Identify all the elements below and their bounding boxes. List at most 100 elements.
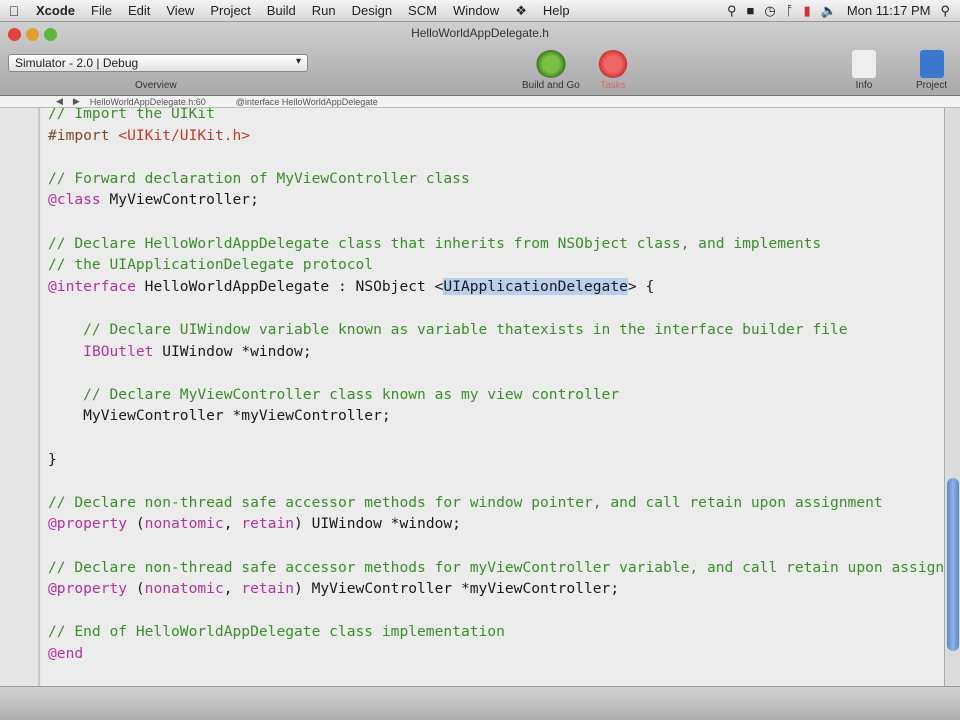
status-icon[interactable]: ⚲ [727, 3, 737, 19]
code-token: // Declare non-thread safe accessor meth… [48, 558, 944, 576]
build-and-go-label: Build and Go [522, 80, 580, 91]
spotlight-icon[interactable]: ⚲ [940, 3, 950, 19]
code-token: @property [48, 515, 128, 533]
volume-icon[interactable]: 🔈 [821, 3, 837, 19]
scrollbar-thumb[interactable] [947, 477, 959, 652]
code-token: , [223, 515, 242, 533]
code-token: // the UIApplicationDelegate protocol [48, 256, 374, 274]
vertical-scrollbar[interactable] [944, 108, 960, 686]
clock[interactable]: Mon 11:17 PM [847, 3, 931, 18]
battery-icon[interactable]: ▮ [804, 3, 811, 19]
code-line: // Import the UIKit [48, 108, 215, 125]
window-toolbar: HelloWorldAppDelegate.h Simulator - 2.0 … [0, 22, 960, 96]
script-menu-icon[interactable]: ❖ [507, 3, 535, 19]
overview-popup[interactable]: Simulator - 2.0 | Debug ▾ [8, 54, 308, 72]
code-token: ) UIWindow *window; [294, 515, 461, 533]
code-token: HelloWorldAppDelegate : NSObject < [135, 277, 444, 295]
menu-view[interactable]: View [158, 3, 202, 18]
code-line: // the UIApplicationDelegate protocol [48, 254, 373, 276]
menu-window[interactable]: Window [445, 3, 507, 18]
code-token: // Declare non-thread safe accessor meth… [48, 493, 883, 511]
code-token: // End of HelloWorldAppDelegate class im… [48, 623, 505, 641]
code-token: <UIKit/UIKit.h> [118, 126, 251, 144]
code-token: retain [241, 515, 295, 533]
apple-menu-icon[interactable]:  [0, 3, 28, 19]
build-and-go-button[interactable]: Build and Go [522, 50, 580, 91]
code-token: MyViewController *myViewController; [48, 407, 391, 425]
code-token: @end [48, 645, 84, 662]
code-token: ) MyViewController *myViewController; [294, 580, 620, 598]
bluetooth-icon[interactable]: ᚩ [786, 3, 794, 18]
display-icon[interactable]: ■ [747, 3, 755, 18]
code-editor[interactable]: // Import the UIKit #import <UIKit/UIKit.… [42, 108, 944, 686]
code-line: @property (nonatomic, retain) MyViewCont… [48, 578, 619, 600]
tasks-button[interactable]: Tasks [598, 50, 628, 91]
project-button[interactable]: Project [916, 50, 947, 91]
code-token: UIWindow *window; [153, 342, 312, 360]
code-line: // Declare non-thread safe accessor meth… [48, 557, 944, 579]
code-token: > { [627, 277, 655, 295]
code-line: // Declare MyViewController class known … [48, 384, 619, 406]
tasks-label: Tasks [600, 80, 626, 91]
code-line: // End of HelloWorldAppDelegate class im… [48, 621, 505, 643]
code-token: } [48, 450, 57, 468]
code-line: @end [48, 643, 83, 665]
code-token: ( [127, 515, 145, 533]
code-token: // Declare UIWindow variable known as va… [48, 321, 848, 338]
selected-text: UIApplicationDelegate [443, 277, 628, 295]
info-label: Info [855, 80, 873, 91]
code-token: @property [48, 580, 128, 598]
code-token: @class [48, 191, 101, 209]
back-arrow-icon[interactable]: ◀ [56, 96, 63, 107]
menu-app[interactable]: Xcode [28, 3, 83, 18]
menu-build[interactable]: Build [259, 3, 304, 18]
code-token: retain [241, 580, 295, 598]
menu-project[interactable]: Project [202, 3, 258, 18]
forward-arrow-icon[interactable]: ▶ [73, 96, 80, 107]
gutter [0, 108, 40, 708]
code-line: @interface HelloWorldAppDelegate : NSObj… [48, 276, 654, 298]
code-line: #import <UIKit/UIKit.h> [48, 125, 250, 147]
code-token: // Declare HelloWorldAppDelegate class t… [48, 234, 822, 252]
chevron-down-icon: ▾ [295, 56, 301, 67]
menu-design[interactable]: Design [344, 3, 400, 18]
code-line: IBOutlet UIWindow *window; [48, 341, 312, 363]
code-line: } [48, 449, 57, 471]
code-line: // Declare HelloWorldAppDelegate class t… [48, 233, 821, 255]
project-label: Project [916, 80, 948, 91]
code-token: #import [48, 126, 119, 144]
symbol-popup[interactable]: @interface HelloWorldAppDelegate [236, 97, 378, 107]
code-token: , [223, 580, 242, 598]
code-token: IBOutlet [83, 342, 154, 360]
hammer-icon [535, 50, 566, 78]
code-line: // Forward declaration of MyViewControll… [48, 168, 470, 190]
code-line: // Declare UIWindow variable known as va… [48, 319, 848, 341]
menu-help[interactable]: Help [535, 3, 578, 18]
code-token: // Forward declaration of MyViewControll… [48, 169, 470, 187]
menu-scm[interactable]: SCM [400, 3, 445, 18]
stop-icon [598, 50, 628, 78]
code-line: MyViewController *myViewController; [48, 405, 391, 427]
code-token: @interface [48, 277, 136, 295]
overview-value: Simulator - 2.0 | Debug [15, 56, 139, 70]
menu-edit[interactable]: Edit [120, 3, 158, 18]
timemachine-icon[interactable]: ◷ [764, 3, 775, 19]
code-token: // Declare MyViewController class known … [48, 385, 620, 403]
navigation-bar: ◀ ▶ HelloWorldAppDelegate.h:60 @interfac… [0, 96, 960, 108]
overview-label: Overview [135, 80, 177, 91]
code-token: nonatomic [144, 515, 224, 533]
code-token: nonatomic [144, 580, 224, 598]
code-line: // Declare non-thread safe accessor meth… [48, 492, 883, 514]
code-line: @class MyViewController; [48, 189, 259, 211]
info-button[interactable]: Info [852, 50, 876, 91]
status-bar [0, 686, 960, 720]
code-token: // Import the UIKit [48, 108, 215, 122]
menu-file[interactable]: File [83, 3, 120, 18]
menu-bar:  Xcode File Edit View Project Build Run… [0, 0, 960, 22]
menu-run[interactable]: Run [304, 3, 344, 18]
code-token: ( [127, 580, 145, 598]
code-line: @property (nonatomic, retain) UIWindow *… [48, 513, 461, 535]
file-popup[interactable]: HelloWorldAppDelegate.h:60 [90, 97, 206, 107]
window-title: HelloWorldAppDelegate.h [411, 26, 549, 40]
